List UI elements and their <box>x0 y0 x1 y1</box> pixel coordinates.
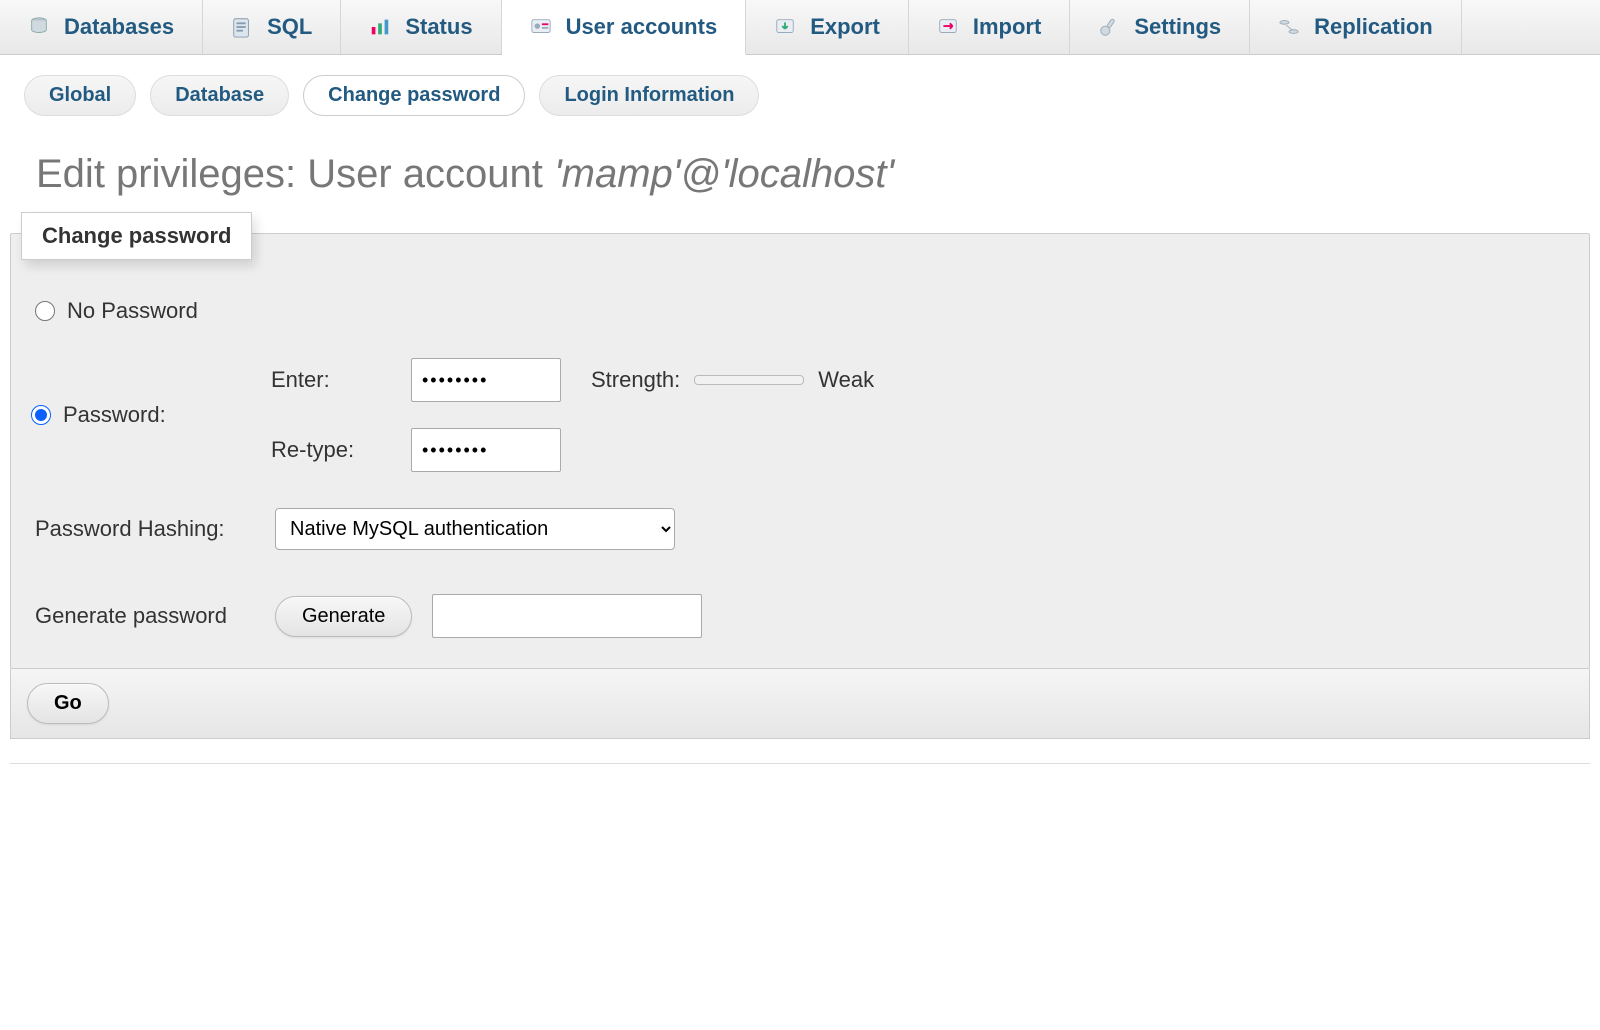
tab-settings[interactable]: Settings <box>1070 0 1250 54</box>
generate-button[interactable]: Generate <box>275 596 412 637</box>
tab-export[interactable]: Export <box>746 0 909 54</box>
sql-icon <box>231 16 253 38</box>
hashing-label: Password Hashing: <box>35 516 275 542</box>
strength-label: Strength: <box>591 367 680 393</box>
hashing-select[interactable]: Native MySQL authentication <box>275 508 675 550</box>
sub-nav: Global Database Change password Login In… <box>0 55 1600 126</box>
user-accounts-icon <box>530 16 552 38</box>
pill-label: Global <box>49 84 111 106</box>
no-password-label: No Password <box>67 298 198 324</box>
strength-meter <box>694 375 804 385</box>
tab-label: Export <box>810 14 880 40</box>
pill-database[interactable]: Database <box>150 75 289 116</box>
tab-import[interactable]: Import <box>909 0 1070 54</box>
pill-label: Database <box>175 84 264 106</box>
tab-sql[interactable]: SQL <box>203 0 341 54</box>
settings-icon <box>1098 16 1120 38</box>
strength-text: Weak <box>818 367 874 393</box>
tab-label: Replication <box>1314 14 1433 40</box>
generate-label: Generate password <box>35 603 275 629</box>
pill-login-information[interactable]: Login Information <box>539 75 759 116</box>
password-label: Password: <box>63 402 166 428</box>
go-button-label: Go <box>54 692 82 714</box>
password-enter-input[interactable] <box>411 358 561 402</box>
retype-label: Re-type: <box>271 437 411 463</box>
hashing-row: Password Hashing: Native MySQL authentic… <box>31 482 1569 554</box>
strength-wrap: Strength: Weak <box>591 367 1569 393</box>
generate-button-label: Generate <box>302 605 385 627</box>
title-account: 'mamp'@'localhost' <box>554 152 894 196</box>
generated-password-output[interactable] <box>432 594 702 638</box>
tab-status[interactable]: Status <box>341 0 501 54</box>
tab-label: Import <box>973 14 1041 40</box>
status-icon <box>369 16 391 38</box>
database-icon <box>28 16 50 38</box>
pill-change-password[interactable]: Change password <box>303 75 525 116</box>
tab-label: Settings <box>1134 14 1221 40</box>
go-button[interactable]: Go <box>27 683 109 724</box>
tab-replication[interactable]: Replication <box>1250 0 1462 54</box>
tab-label: Status <box>405 14 472 40</box>
tab-label: Databases <box>64 14 174 40</box>
title-prefix: Edit privileges: User account <box>36 152 554 196</box>
password-retype-input[interactable] <box>411 428 561 472</box>
panel-legend: Change password <box>21 212 252 260</box>
replication-icon <box>1278 16 1300 38</box>
tab-label: SQL <box>267 14 312 40</box>
export-icon <box>774 16 796 38</box>
tab-user-accounts[interactable]: User accounts <box>502 0 747 55</box>
footer-bar: Go <box>10 669 1590 739</box>
password-radio[interactable] <box>31 405 51 425</box>
change-password-panel: Change password No Password Password: En… <box>10 233 1590 669</box>
enter-label: Enter: <box>271 367 411 393</box>
import-icon <box>937 16 959 38</box>
tab-label: User accounts <box>566 14 718 40</box>
tab-databases[interactable]: Databases <box>0 0 203 54</box>
generate-row: Generate password Generate <box>31 554 1569 648</box>
password-grid: Password: Enter: Strength: Weak Re-type: <box>31 334 1569 482</box>
top-nav: Databases SQL Status User accounts Expor… <box>0 0 1600 55</box>
no-password-row: No Password <box>31 288 1569 334</box>
pill-label: Change password <box>328 84 500 106</box>
bottom-separator <box>10 763 1590 764</box>
no-password-radio[interactable] <box>35 301 55 321</box>
pill-global[interactable]: Global <box>24 75 136 116</box>
pill-label: Login Information <box>564 84 734 106</box>
